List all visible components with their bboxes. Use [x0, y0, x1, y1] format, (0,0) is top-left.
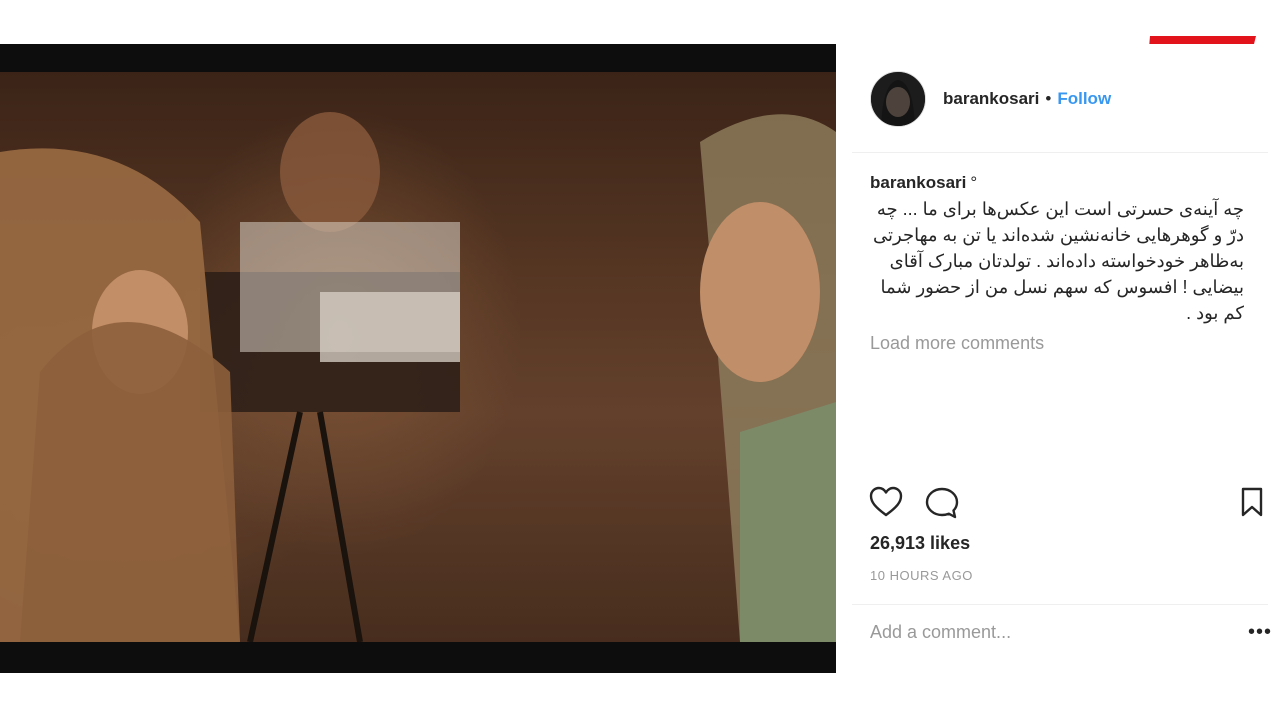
likes-count[interactable]: 26,913 likes: [870, 533, 970, 554]
caption-mark: °: [970, 173, 978, 192]
post-timestamp[interactable]: 10 HOURS AGO: [870, 568, 973, 583]
follow-button[interactable]: Follow: [1057, 89, 1111, 109]
avatar[interactable]: [870, 71, 926, 127]
heart-icon[interactable]: [869, 486, 903, 518]
caption-username[interactable]: barankosari °: [870, 173, 977, 193]
comment-divider: [852, 604, 1268, 605]
add-comment-input[interactable]: Add a comment...: [870, 622, 1011, 643]
separator-dot: •: [1045, 89, 1052, 108]
username-link[interactable]: barankosari: [943, 89, 1039, 109]
load-more-comments-link[interactable]: Load more comments: [870, 333, 1044, 354]
comment-icon[interactable]: [924, 486, 960, 520]
more-options-button[interactable]: •••: [1248, 622, 1272, 642]
post-header: barankosari • Follow: [870, 71, 1111, 127]
caption-username-text[interactable]: barankosari: [870, 173, 966, 192]
post-caption: چه آینه‌ی حسرتی است این عکس‌ها برای ما .…: [873, 199, 1244, 323]
header-divider: [852, 152, 1268, 153]
bookmark-icon[interactable]: [1240, 486, 1264, 518]
post-photo[interactable]: [0, 72, 836, 642]
